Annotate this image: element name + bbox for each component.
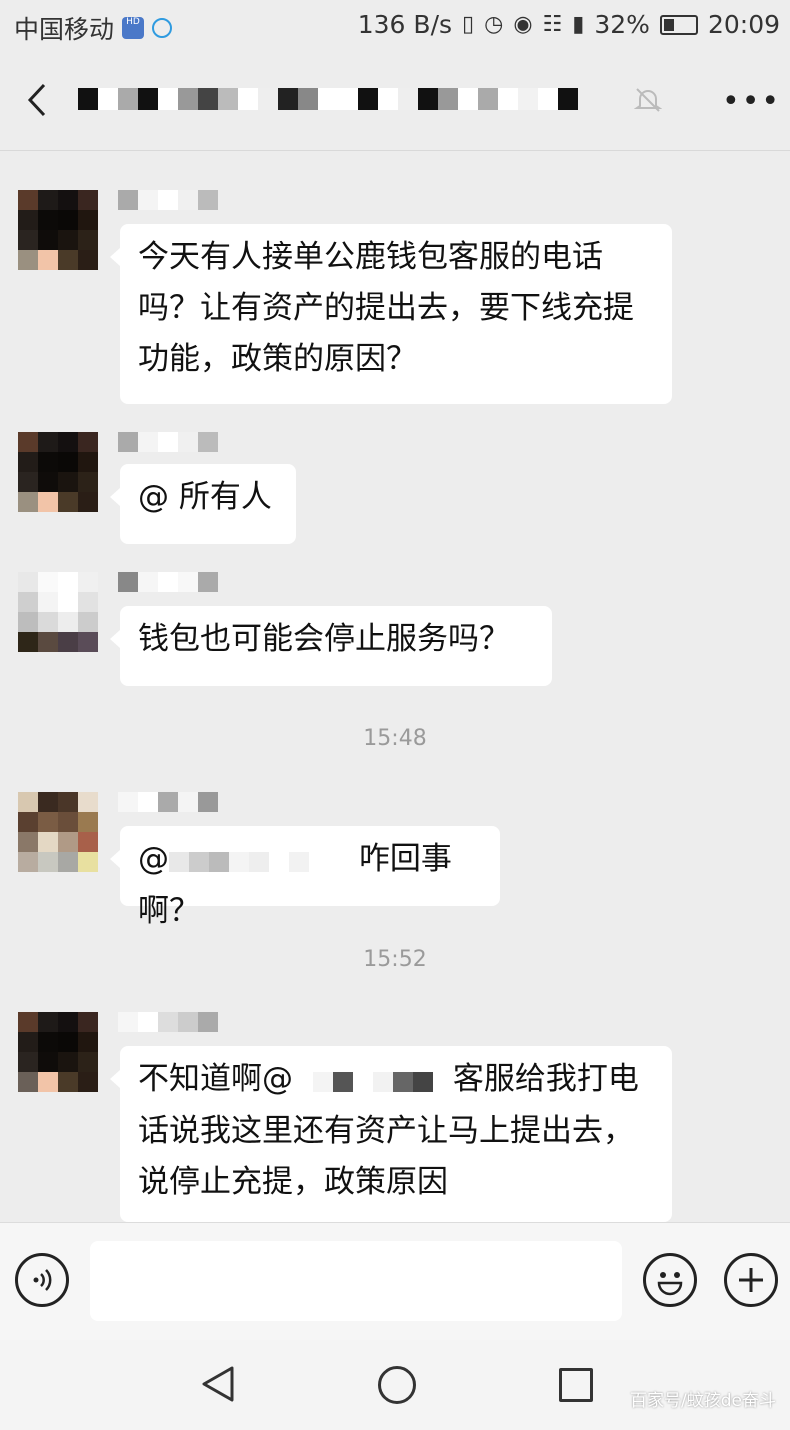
battery-icon [659,14,698,35]
sender-name-mosaic [118,432,218,452]
message-bubble[interactable]: 不知道啊@ 客服给我打电话说我这里还有资产让马上提出去，说停止充提，政策原因 [110,1046,672,1222]
timestamp: 15:48 [363,726,427,751]
mention-prefix: @ [138,841,169,877]
message-bubble[interactable]: 钱包也可能会停止服务吗？ [110,606,552,686]
sender-name-mosaic [118,792,218,812]
wifi-icon: ☷ [542,12,563,37]
plus-icon[interactable] [724,1253,778,1307]
sender-name-mosaic [118,572,218,592]
status-bar: 中国移动 HD 136 B/s ▯ ◷ ◉ ☷ ▮ 32% 20:09 [0,0,790,52]
voice-icon[interactable] [15,1253,69,1307]
nav-back-icon[interactable] [200,1364,236,1404]
avatar[interactable] [18,792,98,872]
eye-comfort-icon: ◉ [513,12,533,37]
carrier-name: 中国移动 [14,15,115,44]
net-speed: 136 B/s [357,10,453,39]
status-left: 中国移动 HD [14,10,173,46]
message-bubble[interactable]: @ 咋回事啊？ [110,826,500,929]
avatar[interactable] [18,432,98,512]
avatar[interactable] [18,1012,98,1092]
more-icon[interactable]: ••• [722,84,781,119]
vibrate-icon: ▯ [462,12,475,37]
eye-app-icon [152,18,173,38]
signal-icon: ▮ [572,12,585,37]
clock: 20:09 [707,10,780,39]
message-text: 今天有人接单公鹿钱包客服的电话吗？让有资产的提出去，要下线充提功能，政策的原因？ [138,239,634,377]
timestamp: 15:52 [363,947,427,972]
sender-name-mosaic [118,1012,218,1032]
chat-title-mosaic [78,88,578,112]
avatar[interactable] [18,190,98,270]
input-bar [0,1222,790,1341]
mute-icon [634,88,662,112]
message-bubble[interactable]: @ 所有人 [110,464,296,544]
watermark-text: 百家号/蚊孩de奋斗 [630,1391,776,1411]
alarm-icon: ◷ [484,12,504,37]
mention-name-mosaic [293,1055,443,1106]
nav-recent-icon[interactable] [559,1368,593,1402]
message-prefix: 不知道啊@ [138,1061,293,1097]
chat-header: ••• [0,52,790,151]
mention-name-mosaic [169,835,349,886]
emoji-icon[interactable] [643,1253,697,1307]
sender-name-mosaic [118,190,218,210]
battery-percent: 32% [594,10,650,39]
system-nav-bar: 百家号/蚊孩de奋斗 [0,1340,790,1430]
status-right: 136 B/s ▯ ◷ ◉ ☷ ▮ 32% 20:09 [358,10,780,39]
message-bubble[interactable]: 今天有人接单公鹿钱包客服的电话吗？让有资产的提出去，要下线充提功能，政策的原因？ [110,224,672,404]
message-input[interactable] [90,1241,622,1321]
message-text: 钱包也可能会停止服务吗？ [138,621,510,657]
hd-icon: HD [122,17,145,39]
message-text: @ 所有人 [138,479,272,515]
nav-home-icon[interactable] [378,1366,416,1404]
avatar[interactable] [18,572,98,652]
back-icon[interactable] [24,82,52,118]
